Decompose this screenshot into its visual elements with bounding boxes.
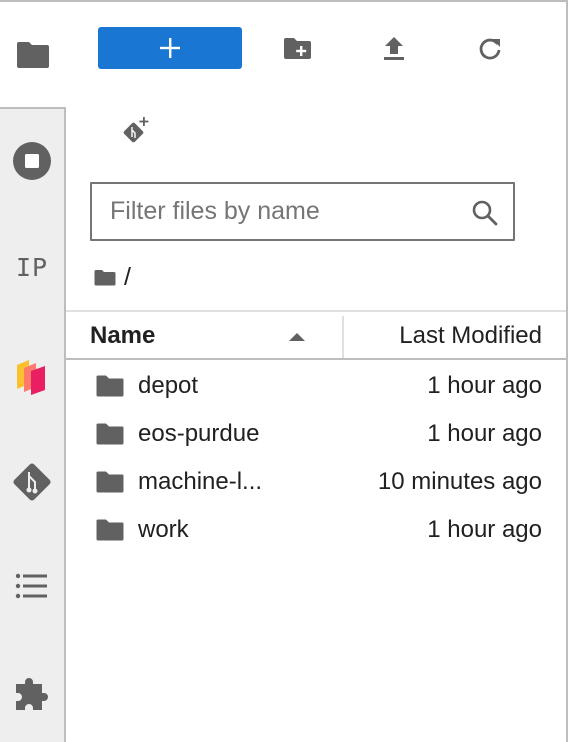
sidebar-tab-extension-manager[interactable] — [0, 663, 64, 723]
folder-icon — [17, 41, 49, 68]
folder-icon — [96, 423, 124, 445]
new-folder-button[interactable] — [280, 32, 316, 66]
file-list-item[interactable]: machine-l... 10 minutes ago — [66, 458, 566, 506]
folder-icon — [96, 375, 124, 397]
file-browser-toolbar — [66, 2, 566, 94]
sidebar-tab-table-of-contents[interactable] — [0, 556, 64, 616]
folder-icon — [96, 519, 124, 541]
file-name: eos-purdue — [138, 420, 260, 447]
file-browser-panel: / Name Last Modified depot 1 hour ago eo… — [66, 2, 566, 742]
file-last-modified: 1 hour ago — [427, 372, 542, 399]
folder-icon — [96, 471, 124, 493]
stop-circle-icon — [13, 142, 51, 180]
refresh-button[interactable] — [472, 32, 508, 66]
column-header-name-label: Name — [90, 322, 156, 349]
column-header-last-modified-label: Last Modified — [399, 322, 542, 349]
upload-button[interactable] — [376, 32, 412, 66]
file-list: depot 1 hour ago eos-purdue 1 hour ago m… — [66, 362, 566, 554]
search-icon[interactable] — [471, 199, 499, 227]
file-name: depot — [138, 372, 199, 399]
git-icon — [13, 463, 51, 501]
file-list-header: Name Last Modified — [66, 310, 566, 360]
list-icon — [15, 573, 47, 599]
home-folder-icon[interactable] — [94, 269, 116, 286]
ip-text-icon: IP — [15, 252, 49, 282]
sidebar-tab-file-browser[interactable] — [0, 2, 66, 107]
stacked-cards-icon — [17, 360, 45, 395]
filter-files-field — [90, 182, 515, 241]
file-last-modified: 1 hour ago — [427, 420, 542, 447]
filter-files-input[interactable] — [92, 184, 462, 239]
column-header-last-modified[interactable]: Last Modified — [344, 312, 542, 360]
plus-icon — [160, 38, 180, 58]
sidebar-tab-property-inspector[interactable]: IP — [0, 237, 64, 297]
file-list-item[interactable]: work 1 hour ago — [66, 506, 566, 554]
git-clone-button[interactable] — [118, 112, 156, 148]
new-folder-icon — [284, 38, 311, 59]
left-sidebar: IP — [0, 2, 66, 742]
breadcrumb: / — [94, 262, 131, 292]
file-last-modified: 1 hour ago — [427, 516, 542, 543]
sidebar-tab-git[interactable] — [0, 452, 64, 512]
file-list-item[interactable]: depot 1 hour ago — [66, 362, 566, 410]
sidebar-tab-running[interactable] — [0, 131, 64, 191]
sort-ascending-icon[interactable] — [288, 332, 306, 342]
refresh-icon — [479, 38, 501, 60]
file-last-modified: 10 minutes ago — [377, 468, 542, 495]
puzzle-icon — [16, 678, 48, 710]
file-name: work — [138, 516, 189, 543]
new-launcher-button[interactable] — [98, 27, 242, 69]
sidebar-rail: IP — [0, 107, 66, 742]
git-clone-icon — [123, 117, 149, 143]
breadcrumb-root[interactable]: / — [124, 263, 131, 292]
sidebar-tab-extension-stack[interactable] — [0, 347, 64, 407]
upload-icon — [384, 37, 404, 60]
file-name: machine-l... — [138, 468, 263, 495]
file-list-item[interactable]: eos-purdue 1 hour ago — [66, 410, 566, 458]
